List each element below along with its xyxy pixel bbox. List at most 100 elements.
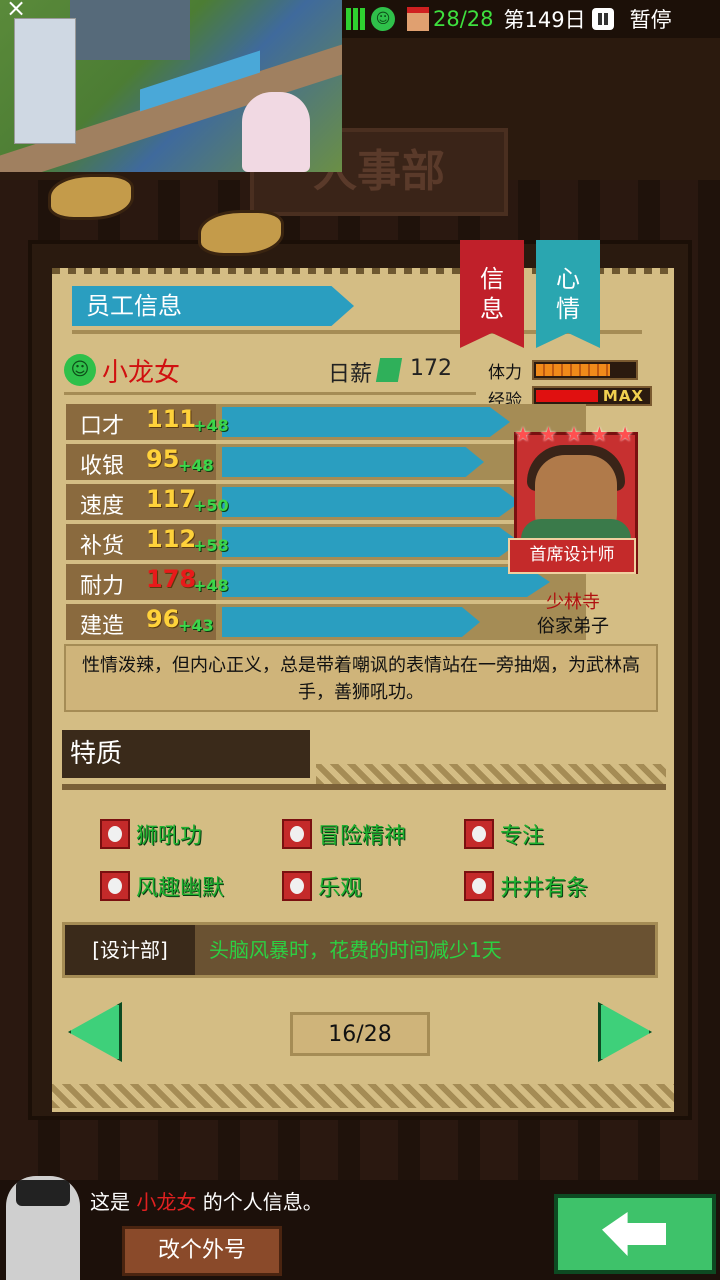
employee-count: 28/28 [433,7,494,31]
trait-skull-icon [282,871,312,901]
stat-row: 速度 117 +50 [66,484,586,520]
trait-skull-icon [282,819,312,849]
mood-smile-icon: ☺ [64,354,96,386]
stat-row: 耐力 178 +48 [66,564,586,600]
panel-title: 员工信息 [72,286,354,326]
tab-info-label-top: 信 [480,265,504,293]
stamina-bar-fill [536,364,610,376]
stat-value: 112 [146,525,197,553]
rank-stars: ★ ★ ★ ★ ★ [514,422,634,446]
stat-bar [222,487,520,517]
trait-item[interactable]: 井井有条 [464,870,588,902]
star-icon: ★ [590,422,609,446]
stat-bar [222,567,550,597]
dept-effect: [设计部] 头脑风暴时，花费的时间减少1天 [62,922,658,978]
stat-bonus: +58 [193,536,229,555]
stat-bar [222,407,510,437]
stat-value: 96 [146,605,180,633]
trait-label: 狮吼功 [136,824,203,849]
employee-name: 小龙女 [102,357,181,388]
dialog-employee-name: 小龙女 [136,1190,197,1214]
stat-label: 口才 [80,414,125,439]
carp-ornament-icon [198,210,284,256]
school-name: 少林寺 [546,592,600,613]
stat-row: 口才 111 +48 [66,404,586,440]
experience-bar: MAX [532,386,652,406]
stat-value: 117 [146,485,197,513]
back-arrow-icon [602,1212,666,1256]
stat-bonus: +43 [178,616,214,635]
experience-max: MAX [602,387,644,405]
stat-bonus: +48 [178,456,214,475]
trait-label: 专注 [500,824,545,849]
trait-item[interactable]: 狮吼功 [100,818,202,850]
stat-label: 补货 [80,534,125,559]
employee-name-row: ☺ 小龙女 [64,350,180,390]
star-icon: ★ [565,422,583,446]
trait-skull-icon [464,819,494,849]
stamina-label: 体力 [488,363,522,383]
stat-label: 收银 [80,454,125,479]
role-plate: 首席设计师 [508,538,636,574]
thumbnail-house [70,0,190,60]
status-bar: ☺ 28/28 第149日 暂停 [342,0,720,38]
employee-description: 性情泼辣，但内心正义，总是带着嘲讽的表情站在一旁抽烟，为武林高手，善狮吼功。 [64,644,658,712]
trait-skull-icon [100,819,130,849]
employee-icon [407,7,429,31]
pause-icon[interactable] [591,8,614,30]
tab-info-label-bottom: 息 [480,295,504,323]
mood-smile-icon: ☺ [371,7,395,31]
thumbnail-avatar [242,92,310,172]
dialog-text: 这是 小龙女 的个人信息。 [90,1186,323,1215]
stat-row: 补货 112 +58 [66,524,586,560]
experience-bar-fill [536,390,598,402]
traits-heading: 特质 [62,730,310,778]
back-button[interactable] [554,1194,716,1274]
stat-row: 建造 96 +43 [66,604,586,640]
close-icon[interactable]: × [6,0,26,22]
stat-bonus: +50 [193,496,229,515]
trait-skull-icon [464,871,494,901]
stream-overlay-thumbnail: × [0,0,342,172]
dialog-prefix: 这是 [90,1190,130,1214]
trait-item[interactable]: 专注 [464,818,544,850]
trait-label: 冒险精神 [318,824,407,849]
trait-item[interactable]: 乐观 [282,870,362,902]
stat-row: 收银 95 +48 [66,444,586,480]
pause-label[interactable]: 暂停 [630,4,672,34]
page-indicator: 16/28 [290,1012,430,1056]
stat-label: 速度 [80,494,125,519]
divider [64,392,476,395]
trait-item[interactable]: 冒险精神 [282,818,406,850]
dialog-suffix: 的个人信息。 [202,1190,323,1214]
stat-value: 111 [146,405,197,433]
narrator-hat [16,1180,70,1206]
tab-mood-label-top: 心 [556,265,580,293]
effect-description: 头脑风暴时，花费的时间减少1天 [209,938,502,962]
tab-mood[interactable]: 心 情 [536,240,600,348]
stat-value: 178 [146,565,197,593]
star-icon: ★ [539,422,558,446]
stat-label: 建造 [80,614,125,639]
trait-skull-icon [100,871,130,901]
trait-label: 乐观 [318,876,363,901]
stamina-bar [532,360,638,380]
effect-department: [设计部] [65,925,195,975]
salary-value: 172 [410,356,452,381]
rename-button[interactable]: 改个外号 [122,1226,282,1276]
salary-label: 日薪 [328,362,373,387]
thumbnail-panel [14,18,76,144]
trait-item[interactable]: 风趣幽默 [100,870,224,902]
tab-info[interactable]: 信 息 [460,240,524,348]
stat-bar [222,527,520,557]
star-icon: ★ [616,422,634,446]
narrator-avatar [6,1176,80,1280]
decorative-zigzag [52,1084,674,1108]
star-icon: ★ [514,422,532,446]
tab-mood-label-bottom: 情 [556,295,580,323]
day-counter: 第149日 [503,8,586,32]
trait-label: 井井有条 [500,876,589,901]
divider [62,784,666,790]
money-icon [375,358,403,382]
carp-ornament-icon [48,174,134,220]
